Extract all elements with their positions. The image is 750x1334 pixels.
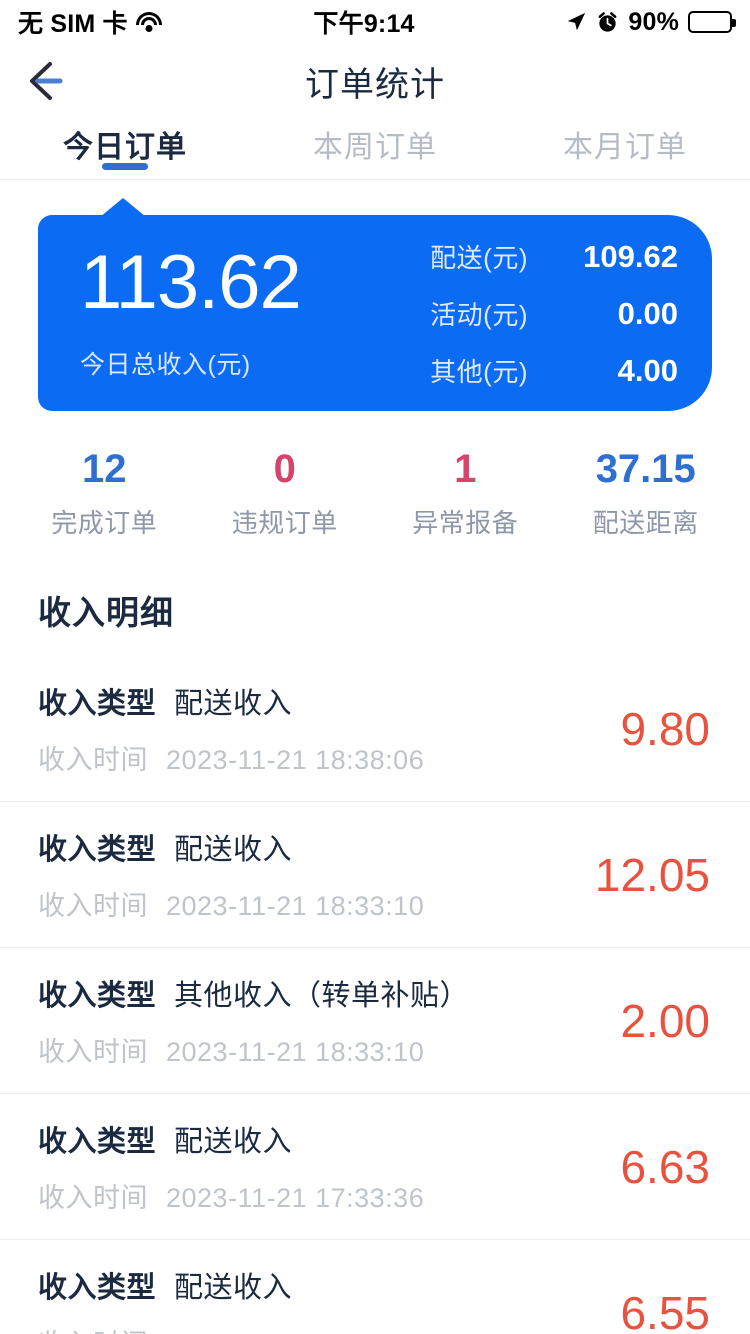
stat-completed-orders-label: 完成订单 <box>51 508 158 538</box>
income-detail-title: 收入明细 <box>38 594 174 631</box>
income-amount: 9.80 <box>620 702 710 755</box>
stat-completed-orders-value: 12 <box>82 447 127 491</box>
income-summary-card: 113.62 今日总收入(元) 配送(元) 109.62 活动(元) 0.00 … <box>38 198 712 411</box>
breakdown-delivery-label: 配送(元) <box>430 242 528 273</box>
income-type-value: 配送收入 <box>174 1126 293 1158</box>
wifi-icon <box>136 12 163 32</box>
list-item-info: 收入类型 配送收入 收入时间 2023-11-21 17:27:46 <box>38 1264 424 1334</box>
clock-label: 下午9:14 <box>313 10 415 38</box>
stat-exception-reports-value: 1 <box>454 447 477 491</box>
tab-today-orders-label: 今日订单 <box>63 131 187 164</box>
list-item-time-line: 收入时间 2023-11-21 17:27:46 <box>38 1322 424 1334</box>
income-amount: 12.05 <box>594 848 710 901</box>
total-income-label: 今日总收入(元) <box>80 351 251 379</box>
breakdown-other-value: 4.00 <box>617 352 678 388</box>
list-item-info: 收入类型 配送收入 收入时间 2023-11-21 17:33:36 <box>38 1118 424 1215</box>
breakdown-other-label: 其他(元) <box>430 356 528 387</box>
total-income-value: 113.62 <box>80 240 302 325</box>
list-item[interactable]: 收入类型 配送收入 收入时间 2023-11-21 17:33:36 6.63 <box>0 1094 750 1240</box>
list-item-info: 收入类型 配送收入 收入时间 2023-11-21 18:33:10 <box>38 826 424 923</box>
battery-percent-label: 90% <box>628 7 679 36</box>
status-bar-left: 无 SIM 卡 <box>18 4 163 40</box>
income-time-label: 收入时间 <box>38 1183 148 1213</box>
back-arrow-icon <box>30 62 63 100</box>
list-item-type-line: 收入类型 配送收入 <box>38 680 424 722</box>
stat-violation-orders[interactable]: 0 违规订单 <box>195 447 376 540</box>
tab-today-orders[interactable]: 今日订单 <box>0 118 250 170</box>
income-time-label: 收入时间 <box>38 1037 148 1067</box>
income-time-label: 收入时间 <box>38 891 148 921</box>
list-item-type-line: 收入类型 配送收入 <box>38 1118 424 1160</box>
income-time-label: 收入时间 <box>38 745 148 775</box>
list-item[interactable]: 收入类型 配送收入 收入时间 2023-11-21 18:38:06 9.80 <box>0 656 750 802</box>
income-time-value: 2023-11-21 17:27:46 <box>166 1329 424 1334</box>
income-card-total-block: 113.62 今日总收入(元) <box>80 245 380 381</box>
income-time-value: 2023-11-21 18:33:10 <box>166 1037 425 1067</box>
income-type-value: 配送收入 <box>174 834 293 866</box>
income-time-value: 2023-11-21 17:33:36 <box>166 1183 425 1213</box>
income-amount: 2.00 <box>620 994 710 1047</box>
page-title: 订单统计 <box>305 65 445 104</box>
income-breakdown-list: 配送(元) 109.62 活动(元) 0.00 其他(元) 4.00 <box>380 238 678 389</box>
list-item[interactable]: 收入类型 其他收入（转单补贴） 收入时间 2023-11-21 18:33:10… <box>0 948 750 1094</box>
income-type-value: 配送收入 <box>174 1272 293 1304</box>
income-time-value: 2023-11-21 18:33:10 <box>166 891 425 921</box>
income-card-body: 113.62 今日总收入(元) 配送(元) 109.62 活动(元) 0.00 … <box>38 215 712 411</box>
income-type-label: 收入类型 <box>38 688 157 720</box>
income-type-value: 配送收入 <box>174 688 293 720</box>
status-bar: 无 SIM 卡 下午9:14 90% <box>0 0 750 44</box>
tab-bar: 今日订单 本周订单 本月订单 <box>0 118 750 180</box>
income-time-label: 收入时间 <box>38 1322 148 1334</box>
nav-bar: 订单统计 <box>0 44 750 118</box>
list-item-type-line: 收入类型 其他收入（转单补贴） <box>38 972 469 1014</box>
breakdown-activity-value: 0.00 <box>617 295 678 331</box>
stat-violation-orders-value: 0 <box>273 447 296 491</box>
stat-delivery-distance-value: 37.15 <box>595 447 696 491</box>
income-type-label: 收入类型 <box>38 1272 157 1304</box>
battery-icon <box>688 11 736 33</box>
tab-month-orders[interactable]: 本月订单 <box>500 118 750 166</box>
income-detail-list: 收入类型 配送收入 收入时间 2023-11-21 18:38:06 9.80 … <box>0 656 750 1334</box>
back-button[interactable] <box>26 58 82 104</box>
list-item-info: 收入类型 其他收入（转单补贴） 收入时间 2023-11-21 18:33:10 <box>38 972 469 1069</box>
income-amount: 6.55 <box>620 1286 710 1334</box>
app-root: 无 SIM 卡 下午9:14 90% 订单统计 今日订单 本周订单 本月订单 1… <box>0 0 750 1334</box>
list-item[interactable]: 收入类型 配送收入 收入时间 2023-11-21 17:27:46 6.55 <box>0 1240 750 1334</box>
stat-delivery-distance[interactable]: 37.15 配送距离 <box>556 447 737 540</box>
list-item-time-line: 收入时间 2023-11-21 18:33:10 <box>38 884 424 923</box>
stats-row: 12 完成订单 0 违规订单 1 异常报备 37.15 配送距离 <box>0 447 750 540</box>
income-time-value: 2023-11-21 18:38:06 <box>166 745 425 775</box>
breakdown-delivery-value: 109.62 <box>583 238 678 274</box>
income-type-value: 其他收入（转单补贴） <box>174 980 470 1012</box>
stat-exception-reports-label: 异常报备 <box>412 508 519 538</box>
carrier-label: 无 SIM 卡 <box>18 10 128 38</box>
status-bar-right: 90% <box>565 7 736 37</box>
breakdown-activity-label: 活动(元) <box>430 299 528 330</box>
stat-completed-orders[interactable]: 12 完成订单 <box>14 447 195 540</box>
income-amount: 6.63 <box>620 1140 710 1193</box>
list-item-time-line: 收入时间 2023-11-21 18:38:06 <box>38 738 424 777</box>
income-type-label: 收入类型 <box>38 980 157 1012</box>
stat-delivery-distance-label: 配送距离 <box>592 508 699 538</box>
income-type-label: 收入类型 <box>38 1126 157 1158</box>
tab-month-orders-label: 本月订单 <box>563 131 687 164</box>
tab-week-orders-label: 本周订单 <box>313 131 437 164</box>
breakdown-row-activity: 活动(元) 0.00 <box>380 295 678 332</box>
stat-violation-orders-label: 违规订单 <box>231 508 338 538</box>
list-item[interactable]: 收入类型 配送收入 收入时间 2023-11-21 18:33:10 12.05 <box>0 802 750 948</box>
list-item-info: 收入类型 配送收入 收入时间 2023-11-21 18:38:06 <box>38 680 424 777</box>
list-item-time-line: 收入时间 2023-11-21 17:33:36 <box>38 1176 424 1215</box>
income-type-label: 收入类型 <box>38 834 157 866</box>
breakdown-row-delivery: 配送(元) 109.62 <box>380 238 678 275</box>
list-item-time-line: 收入时间 2023-11-21 18:33:10 <box>38 1030 469 1069</box>
alarm-clock-icon <box>598 11 617 32</box>
list-item-type-line: 收入类型 配送收入 <box>38 826 424 868</box>
location-arrow-icon <box>568 12 586 31</box>
tab-week-orders[interactable]: 本周订单 <box>250 118 500 166</box>
list-item-type-line: 收入类型 配送收入 <box>38 1264 424 1306</box>
status-bar-center: 下午9:14 <box>163 4 566 40</box>
breakdown-row-other: 其他(元) 4.00 <box>380 352 678 389</box>
stat-exception-reports[interactable]: 1 异常报备 <box>375 447 556 540</box>
tab-active-indicator <box>102 163 148 170</box>
